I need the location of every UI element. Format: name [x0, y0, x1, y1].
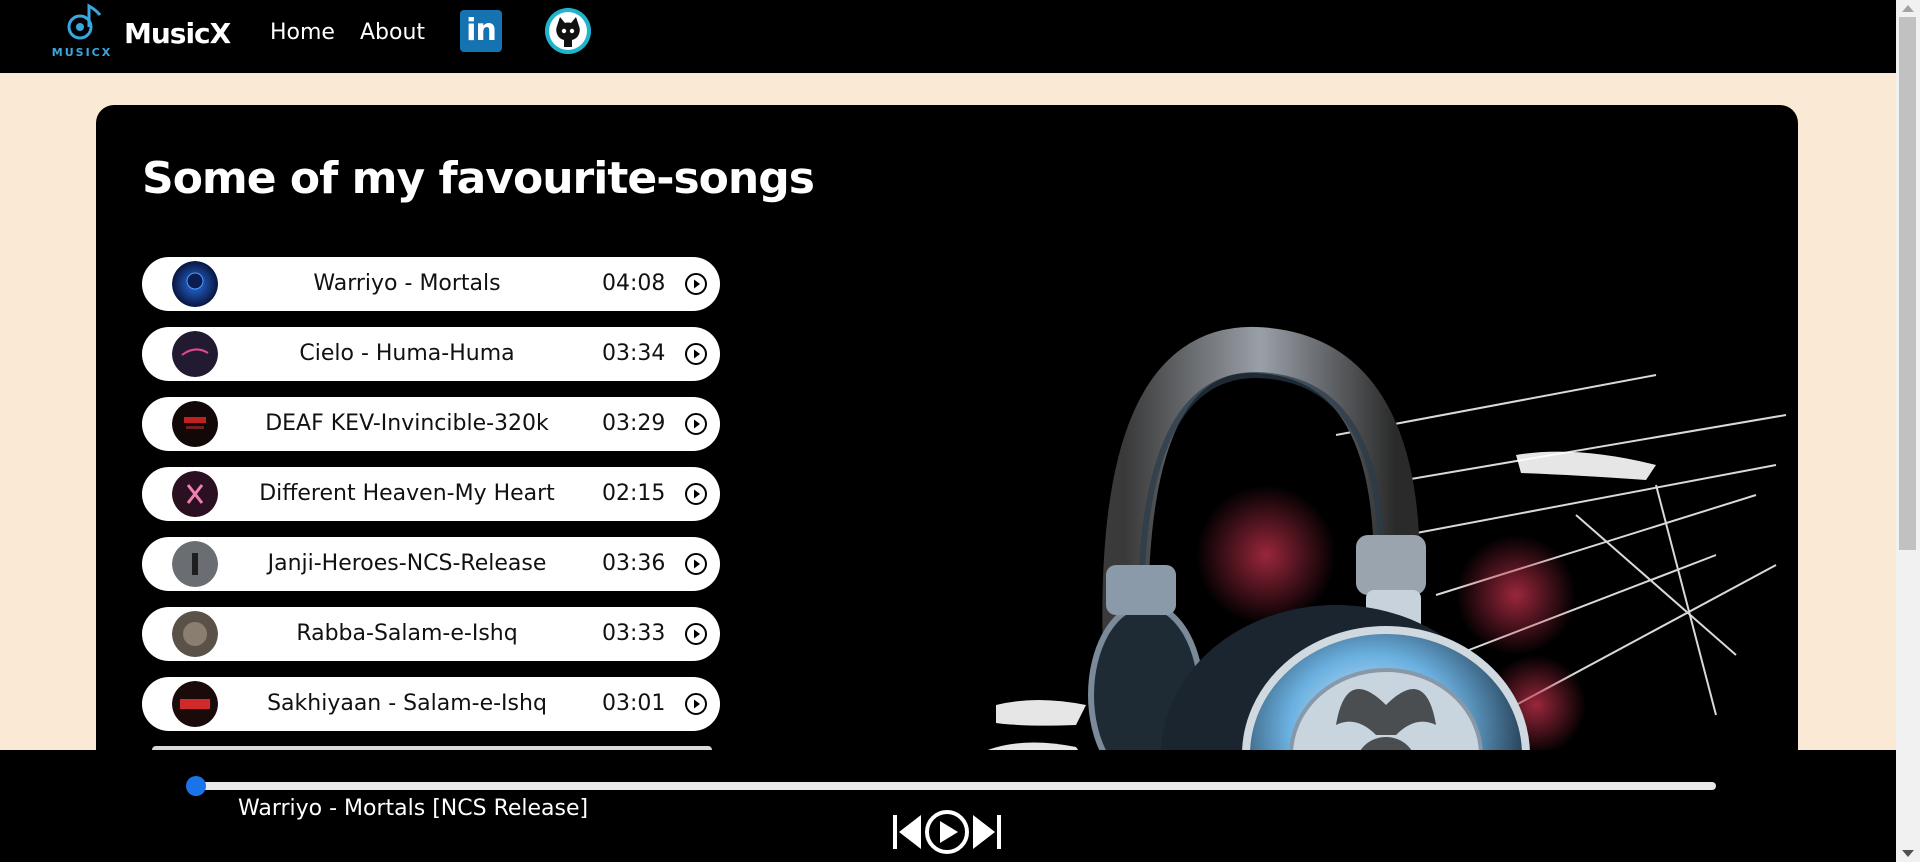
songs-card: Some of my favourite-songs Warriyo - Mor… — [96, 105, 1798, 862]
player-controls — [893, 810, 1001, 854]
brand-name[interactable]: MusicX — [124, 17, 231, 50]
song-title: Sakhiyaan - Salam-e-Ishq — [267, 691, 547, 716]
song-item-4[interactable]: Different Heaven-My Heart 02:15 — [142, 467, 720, 521]
nav-about-link[interactable]: About — [360, 20, 425, 45]
song-cover-image — [172, 681, 218, 727]
next-icon[interactable] — [973, 815, 1001, 849]
song-cover-image — [172, 611, 218, 657]
song-title: DEAF KEV-Invincible-320k — [265, 411, 549, 436]
song-cover-image — [172, 471, 218, 517]
bottom-player: Warriyo - Mortals [NCS Release] — [0, 750, 1896, 862]
progress-bar[interactable] — [186, 776, 1716, 796]
song-item-5[interactable]: Janji-Heroes-NCS-Release 03:36 — [142, 537, 720, 591]
nav-home-link[interactable]: Home — [270, 20, 335, 45]
song-cover-image — [172, 401, 218, 447]
play-circle-icon[interactable] — [684, 342, 708, 366]
page-title: Some of my favourite-songs — [142, 153, 815, 204]
song-cover-image — [172, 541, 218, 587]
play-icon[interactable] — [925, 810, 969, 854]
page-scrollbar[interactable] — [1896, 0, 1920, 862]
previous-icon[interactable] — [893, 815, 921, 849]
now-playing-title: Warriyo - Mortals [NCS Release] — [238, 796, 589, 821]
scrollbar-thumb[interactable] — [1899, 17, 1916, 550]
song-duration: 03:36 — [602, 551, 666, 576]
song-cover-image — [172, 331, 218, 377]
scroll-down-arrow-icon[interactable] — [1902, 850, 1914, 857]
play-circle-icon[interactable] — [684, 552, 708, 576]
song-title: Different Heaven-My Heart — [259, 481, 555, 506]
song-duration: 03:33 — [602, 621, 666, 646]
linkedin-icon[interactable]: in — [460, 10, 502, 52]
song-item-1[interactable]: Warriyo - Mortals 04:08 — [142, 257, 720, 311]
play-circle-icon[interactable] — [684, 692, 708, 716]
song-item-7[interactable]: Sakhiyaan - Salam-e-Ishq 03:01 — [142, 677, 720, 731]
linkedin-glyph: in — [466, 13, 497, 48]
song-item-6[interactable]: Rabba-Salam-e-Ishq 03:33 — [142, 607, 720, 661]
play-circle-icon[interactable] — [684, 482, 708, 506]
song-title: Cielo - Huma-Huma — [299, 341, 515, 366]
play-circle-icon[interactable] — [684, 412, 708, 436]
song-duration: 03:29 — [602, 411, 666, 436]
song-cover-image — [172, 261, 218, 307]
play-circle-icon[interactable] — [684, 272, 708, 296]
navbar: MUSICX MusicX Home About in — [0, 0, 1896, 73]
song-title: Warriyo - Mortals — [313, 271, 501, 296]
song-title: Janji-Heroes-NCS-Release — [267, 551, 547, 576]
github-icon[interactable] — [545, 8, 591, 54]
logo-wordmark: MUSICX — [51, 46, 113, 59]
song-duration: 03:01 — [602, 691, 666, 716]
song-duration: 02:15 — [602, 481, 666, 506]
song-item-3[interactable]: DEAF KEV-Invincible-320k 03:29 — [142, 397, 720, 451]
scroll-up-arrow-icon[interactable] — [1902, 5, 1914, 12]
song-title: Rabba-Salam-e-Ishq — [296, 621, 518, 646]
play-circle-icon[interactable] — [684, 622, 708, 646]
song-duration: 04:08 — [602, 271, 666, 296]
song-duration: 03:34 — [602, 341, 666, 366]
progress-handle[interactable] — [186, 776, 206, 796]
song-item-2[interactable]: Cielo - Huma-Huma 03:34 — [142, 327, 720, 381]
